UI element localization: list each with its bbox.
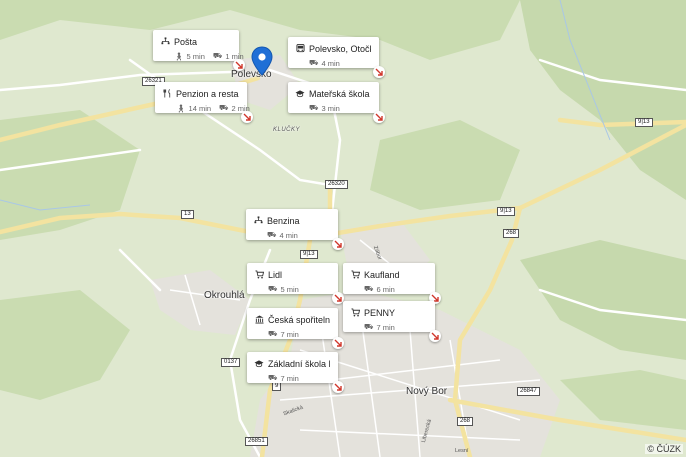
road-shield-0137: 0137 <box>221 358 241 367</box>
car-time: 3 min <box>321 103 340 113</box>
walk-icon: 🚶︎ <box>174 51 184 61</box>
navigate-arrow-icon[interactable] <box>429 330 441 342</box>
navigate-arrow-icon[interactable] <box>332 238 344 250</box>
poi-card-polevsko-otocka[interactable]: Polevsko, Otočka ⛟4 min <box>288 37 385 78</box>
navigate-arrow-icon[interactable] <box>332 381 344 393</box>
road-shield-9-13: 9|13 <box>635 118 653 127</box>
car-icon: ⛟ <box>364 322 374 331</box>
poi-card-zakladni-skola[interactable]: Základní škola N… ⛟7 min <box>247 352 344 393</box>
car-icon: ⛟ <box>364 284 374 293</box>
road-shield-9-13: 9|13 <box>497 207 515 216</box>
walk-time: 5 min <box>186 51 205 61</box>
school-icon <box>295 89 305 99</box>
navigate-arrow-icon[interactable] <box>373 111 385 123</box>
car-time: 5 min <box>280 284 299 294</box>
car-icon: ⛟ <box>309 103 319 112</box>
poi-card-penzion-restaurace[interactable]: Penzion a restaur… 🚶︎14 min ⛟2 min <box>155 82 253 123</box>
place-label-klucky: KLUČKY <box>273 127 301 133</box>
car-time: 7 min <box>280 329 299 339</box>
poi-name: Mateřská škola P… <box>309 88 371 99</box>
car-icon: ⛟ <box>268 284 278 293</box>
shopping-cart-icon <box>350 308 360 318</box>
road-shield-268: 268 <box>457 417 474 426</box>
car-time: 7 min <box>280 373 299 383</box>
poi-name: Pošta <box>174 36 198 47</box>
bank-icon <box>254 315 264 325</box>
shopping-cart-icon <box>350 270 360 280</box>
navigate-arrow-icon[interactable] <box>233 59 245 71</box>
car-icon: ⛟ <box>267 230 277 239</box>
poi-name: Polevsko, Otočka <box>309 43 371 54</box>
road-shield-13: 13 <box>181 210 194 219</box>
poi-card-ceska-sporitelna[interactable]: Česká spořitelna ⛟ 7 min <box>247 308 344 349</box>
poi-card-penny[interactable]: PENNY ⛟ 7 min <box>343 301 441 342</box>
poi-card-kaufland[interactable]: Kaufland ⛟ 6 min <box>343 263 441 304</box>
poi-name: Penzion a restaur… <box>176 88 239 99</box>
place-label-okrouhla: Okrouhlá <box>204 290 245 301</box>
poi-card-posta[interactable]: Pošta 🚶︎ 5 min ⛟ 1 min <box>153 30 245 71</box>
navigate-arrow-icon[interactable] <box>241 111 253 123</box>
poi-name: PENNY <box>364 307 396 318</box>
poi-name: Benzina <box>267 215 300 226</box>
post-office-icon <box>160 37 170 47</box>
poi-card-lidl[interactable]: Lidl ⛟ 5 min <box>247 263 344 304</box>
road-shield-26851: 26851 <box>245 437 268 446</box>
road-shield-26320: 26320 <box>325 180 348 189</box>
navigate-arrow-icon[interactable] <box>373 66 385 78</box>
map-copyright[interactable]: © ČÚZK <box>645 444 683 454</box>
car-time: 7 min <box>376 322 395 332</box>
street-label-lesni: Lesní <box>455 448 469 454</box>
car-time: 4 min <box>279 230 298 240</box>
walk-time: 14 min <box>188 103 212 113</box>
car-icon: ⛟ <box>219 103 229 112</box>
walk-icon: 🚶︎ <box>176 103 186 113</box>
car-icon: ⛟ <box>268 373 278 382</box>
road-shield-268: 268 <box>503 229 520 238</box>
poi-name: Česká spořitelna <box>268 314 330 325</box>
road-shield-9: 9 <box>272 382 282 391</box>
road-shield-9-13: 9|13 <box>300 250 318 259</box>
poi-card-materska-skola[interactable]: Mateřská škola P… ⛟3 min <box>288 82 385 123</box>
car-icon: ⛟ <box>212 51 223 60</box>
poi-name: Základní škola N… <box>268 358 330 369</box>
car-icon: ⛟ <box>268 329 278 338</box>
poi-name: Kaufland <box>364 269 400 280</box>
poi-name: Lidl <box>268 269 283 280</box>
car-time: 4 min <box>321 58 340 68</box>
shopping-cart-icon <box>254 270 264 280</box>
restaurant-icon <box>162 89 172 99</box>
road-shield-26847: 26847 <box>517 387 540 396</box>
location-pin-icon[interactable] <box>251 46 273 76</box>
navigate-arrow-icon[interactable] <box>332 337 344 349</box>
fuel-station-icon <box>253 216 263 226</box>
car-time: 6 min <box>376 284 395 294</box>
bus-stop-icon <box>295 44 305 54</box>
school-icon <box>254 359 264 369</box>
car-icon: ⛟ <box>309 58 319 67</box>
poi-card-benzina[interactable]: Benzina ⛟ 4 min <box>246 209 344 250</box>
place-label-novy-bor: Nový Bor <box>406 386 448 397</box>
